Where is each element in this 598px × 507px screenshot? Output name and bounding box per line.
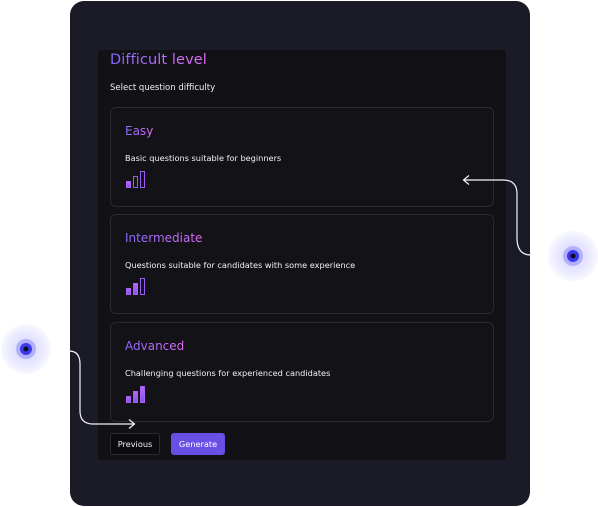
hotspot-left[interactable] [1,324,51,374]
difficulty-option-advanced[interactable]: Advanced Challenging questions for exper… [110,322,494,422]
difficulty-description: Basic questions suitable for beginners [125,153,282,163]
page-subtitle: Select question difficulty [110,83,216,93]
difficulty-label: Easy [125,124,154,138]
signal-bar-1 [126,181,131,188]
signal-bar-1 [126,396,131,403]
signal-bar-3 [140,278,145,295]
signal-bar-2 [133,176,138,188]
page-title: Difficult level [110,52,207,68]
signal-bar-1 [126,288,131,295]
signal-bar-2 [133,283,138,295]
signal-bar-3 [140,171,145,188]
previous-button[interactable]: Previous [110,433,160,455]
difficulty-option-easy[interactable]: Easy Basic questions suitable for beginn… [110,107,494,207]
pulse-core-icon [23,346,29,352]
signal-bar-2 [133,391,138,403]
signal-bars-icon [126,385,148,403]
signal-bars-icon [126,277,148,295]
signal-bar-3 [140,386,145,403]
generate-button[interactable]: Generate [171,433,225,455]
difficulty-label: Intermediate [125,231,203,245]
difficulty-label: Advanced [125,339,185,353]
stage: Difficult level Select question difficul… [0,0,598,507]
hotspot-right[interactable] [548,231,598,281]
pulse-core-icon [570,253,576,259]
difficulty-option-intermediate[interactable]: Intermediate Questions suitable for cand… [110,214,494,314]
difficulty-description: Questions suitable for candidates with s… [125,260,356,270]
signal-bars-icon [126,170,148,188]
difficulty-description: Challenging questions for experienced ca… [125,368,331,378]
